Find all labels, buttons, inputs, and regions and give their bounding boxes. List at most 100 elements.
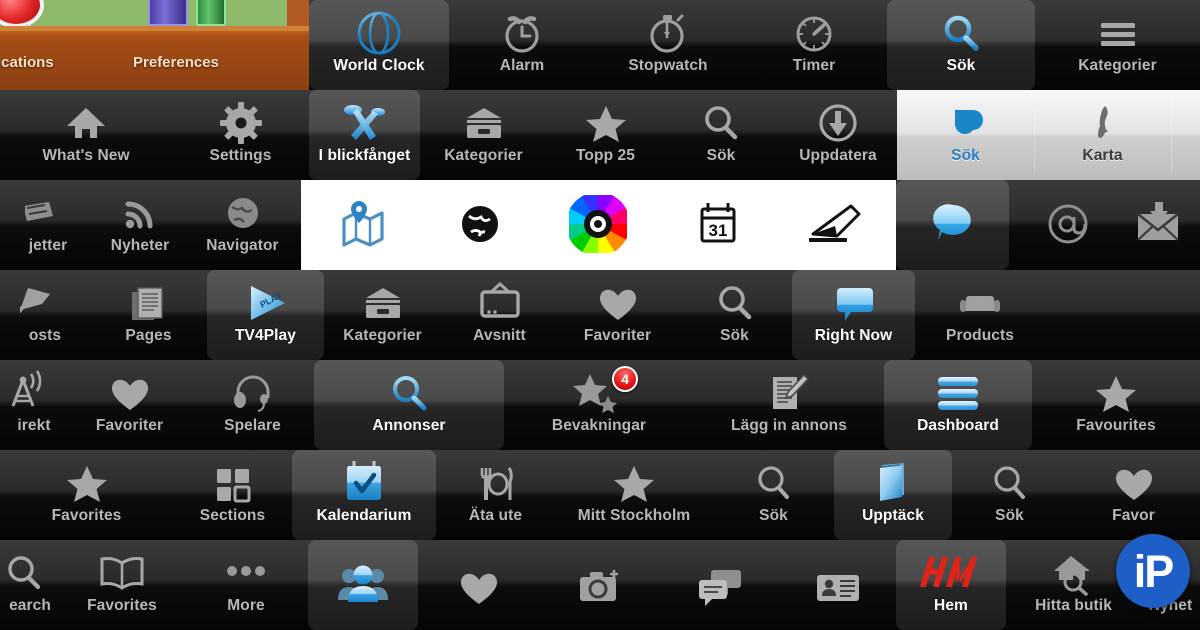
tab-favoriter-2[interactable]: Favoriter — [68, 360, 191, 450]
tab-globe-white[interactable] — [425, 180, 535, 270]
tab-label: Sections — [199, 507, 266, 524]
tab-mitt-stockholm[interactable]: Mitt Stockholm — [555, 450, 713, 540]
tab-label: Alarm — [499, 57, 545, 74]
tab-calendar-white[interactable]: 31 — [661, 180, 774, 270]
shelf-label-notifications[interactable]: fications — [0, 54, 54, 71]
map-pin-blue-icon — [336, 201, 390, 247]
tab-favorites-book[interactable]: Favorites — [60, 540, 184, 630]
tab-tv4play[interactable]: PLAY TV4Play — [207, 270, 324, 360]
tab-camera[interactable] — [540, 540, 662, 630]
tab-irekt[interactable]: irekt — [0, 360, 68, 450]
tab-navigator[interactable]: Navigator — [184, 180, 301, 270]
paper-plane-icon — [807, 201, 863, 247]
tab-alarm[interactable]: Alarm — [449, 0, 595, 90]
tab-label: Pages — [125, 327, 172, 344]
tab-ata-ute[interactable]: Äta ute — [436, 450, 555, 540]
tab-speech-bubble[interactable] — [896, 180, 1009, 270]
ip-logo-badge[interactable]: iP — [1116, 534, 1190, 608]
tab-envelope-download[interactable] — [1126, 180, 1200, 270]
tab-heart-7[interactable] — [418, 540, 540, 630]
tab-favoriter[interactable]: Favoriter — [558, 270, 677, 360]
dark-tabbar-right — [896, 180, 1200, 270]
tab-dashboard[interactable]: Dashboard — [884, 360, 1032, 450]
tab-karta-silver[interactable]: Karta — [1034, 90, 1171, 180]
tab-stopwatch[interactable]: Stopwatch — [595, 0, 741, 90]
tab-osts[interactable]: osts — [0, 270, 90, 360]
timer-icon — [791, 10, 837, 56]
tab-jetter[interactable]: jetter — [0, 180, 96, 270]
tab-sections[interactable]: Sections — [173, 450, 292, 540]
sofa-icon — [957, 280, 1003, 326]
tab-products[interactable]: Products — [915, 270, 1045, 360]
tab-paper-plane-white[interactable] — [774, 180, 896, 270]
tab-label: Mitt Stockholm — [577, 507, 691, 524]
tab-favor[interactable]: Favor — [1067, 450, 1200, 540]
tab-contact-card[interactable] — [779, 540, 896, 630]
tab-sok-5[interactable]: Sök — [952, 450, 1067, 540]
shelf-label-preferences[interactable]: Preferences — [133, 54, 219, 71]
tab-avsnitt[interactable]: Avsnitt — [441, 270, 558, 360]
tab-right-now[interactable]: Right Now — [792, 270, 915, 360]
tab-chat[interactable] — [662, 540, 779, 630]
tab-label: Favorites — [87, 597, 157, 614]
tab-annonser[interactable]: Annonser — [314, 360, 504, 450]
tab-i-blickfanget[interactable]: I blickfånget — [309, 90, 420, 180]
tab-favourites[interactable]: Favourites — [1032, 360, 1200, 450]
tab-settings[interactable]: Settings — [172, 90, 309, 180]
tab-favorites[interactable]: Favorites — [0, 450, 173, 540]
stacked-bars-blue-icon — [933, 370, 983, 416]
tab-label: Topp 25 — [576, 147, 635, 164]
tab-nyheter[interactable]: Nyheter — [96, 180, 184, 270]
shelf-panel: fications Preferences — [0, 0, 309, 90]
tab-kalendarium[interactable]: Kalendarium — [292, 450, 436, 540]
ip-logo-text: iP — [1133, 545, 1175, 597]
tab-sok-4[interactable]: Sök — [713, 450, 834, 540]
rss-icon — [117, 190, 163, 236]
tab-lagg-in-annons[interactable]: Lägg in annons — [694, 360, 884, 450]
tab-label: Stopwatch — [628, 57, 708, 74]
tab-topp-25[interactable]: Topp 25 — [547, 90, 664, 180]
chat-bubbles-icon — [696, 564, 746, 610]
globe-blue-icon — [356, 10, 402, 56]
star-burst-blue-icon — [338, 100, 392, 146]
calendar-31-icon: 31 — [694, 201, 742, 247]
tab-label: Kategorier — [444, 147, 523, 164]
tab-earch[interactable]: earch — [0, 540, 60, 630]
tab-more[interactable]: More — [184, 540, 308, 630]
tab-kategorier-2[interactable]: Kategorier — [420, 90, 547, 180]
tab-world-clock[interactable]: World Clock — [309, 0, 449, 90]
tab-label: Upptäck — [862, 507, 924, 524]
tab-kategorier-3[interactable]: Kategorier — [324, 270, 441, 360]
sweden-map-icon — [1080, 100, 1126, 146]
star-icon — [64, 460, 110, 506]
tab-spelare[interactable]: Spelare — [191, 360, 314, 450]
tab-sok-3[interactable]: Sök — [677, 270, 792, 360]
badge-count: 4 — [612, 366, 638, 392]
play-triangle-blue-icon: PLAY — [241, 280, 291, 326]
tab-pages[interactable]: Pages — [90, 270, 207, 360]
tab-upptack[interactable]: Upptäck — [834, 450, 952, 540]
tab-at-sign[interactable] — [1009, 180, 1126, 270]
speech-bubble-blue-icon — [831, 280, 877, 326]
tab-whats-new[interactable]: What's New — [0, 90, 172, 180]
tab-label: Sök — [706, 147, 736, 164]
tv-icon — [477, 280, 523, 326]
at-sign-icon — [1044, 201, 1092, 247]
tab-sok-2[interactable]: Sök — [664, 90, 778, 180]
tab-map-white[interactable] — [301, 180, 425, 270]
headphones-icon — [230, 370, 276, 416]
tab-uppdatera[interactable]: Uppdatera — [778, 90, 898, 180]
tab-sok[interactable]: Sök — [887, 0, 1035, 90]
tab-color-wheel-white[interactable] — [535, 180, 661, 270]
tab-sok-silver[interactable]: Sök — [897, 90, 1034, 180]
tab-hem[interactable]: Hem — [896, 540, 1006, 630]
tab-label: Kategorier — [1078, 57, 1157, 74]
tab-label: Nyheter — [110, 237, 170, 254]
tab-people[interactable] — [308, 540, 418, 630]
tab-timer[interactable]: Timer — [741, 0, 887, 90]
white-tabbar: 31 — [301, 180, 896, 270]
hm-logo-icon — [915, 550, 987, 596]
tab-partial-silver[interactable] — [1171, 90, 1200, 180]
tab-kategorier[interactable]: Kategorier — [1035, 0, 1200, 90]
tab-bevakningar[interactable]: 4 Bevakningar — [504, 360, 694, 450]
